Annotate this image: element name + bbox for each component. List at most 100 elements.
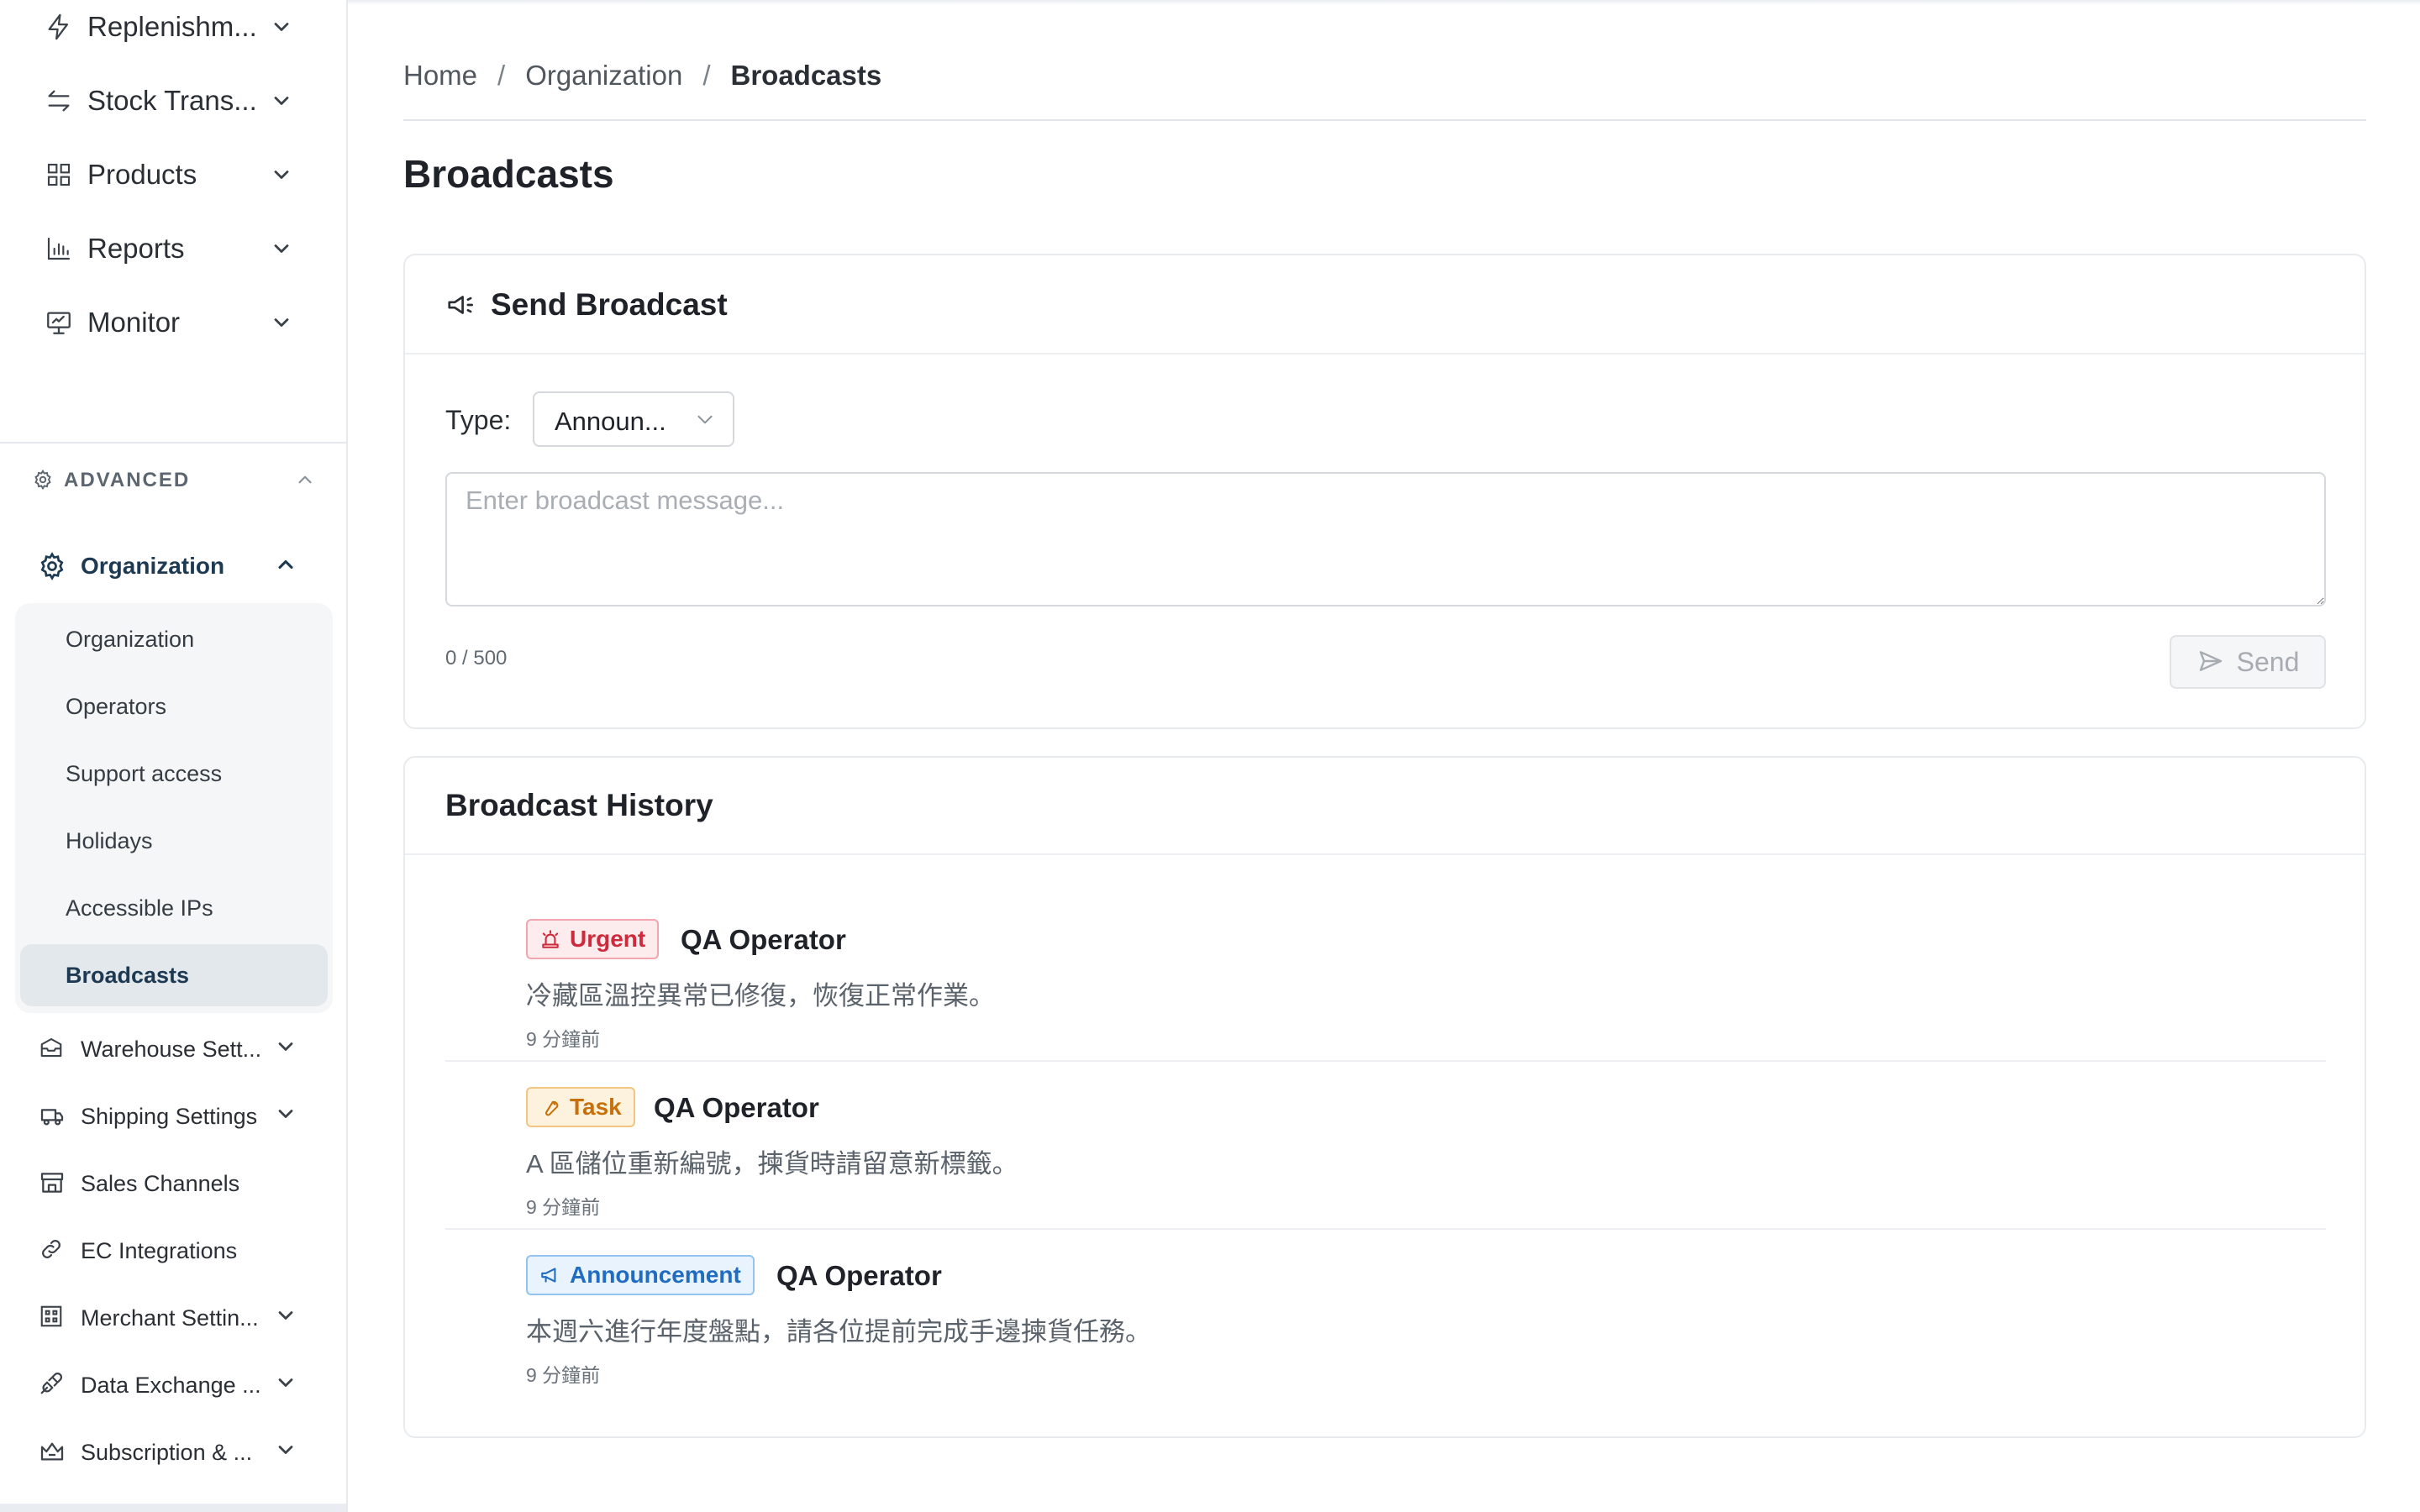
sidebar-item-label: Monitor bbox=[87, 307, 181, 338]
grid-icon bbox=[44, 160, 74, 190]
breadcrumb-current: Broadcasts bbox=[730, 60, 882, 91]
type-label: Type: bbox=[445, 405, 512, 435]
send-broadcast-title: Send Broadcast bbox=[491, 287, 728, 322]
type-select-value: Announ... bbox=[555, 407, 666, 436]
broadcast-history-header: Broadcast History bbox=[405, 758, 2365, 855]
submenu-item-broadcasts[interactable]: Broadcasts bbox=[20, 944, 328, 1006]
megaphone-icon bbox=[445, 289, 477, 321]
gear-icon bbox=[32, 469, 55, 492]
sidebar-item-label: Subscription & ... bbox=[81, 1440, 253, 1465]
announcement-badge: Announcement bbox=[526, 1255, 755, 1295]
history-item: Announcement QA Operator 本週六進行年度盤點，請各位提前… bbox=[445, 1230, 2326, 1398]
submenu-item-organization[interactable]: Organization bbox=[20, 608, 328, 670]
breadcrumb-separator: / bbox=[497, 60, 506, 91]
submenu-item-operators[interactable]: Operators bbox=[20, 675, 328, 738]
plug-icon bbox=[39, 1371, 67, 1399]
truck-icon bbox=[39, 1102, 67, 1131]
send-button[interactable]: Send bbox=[2170, 635, 2326, 689]
send-icon bbox=[2196, 648, 2225, 676]
sidebar-item-sales-channels[interactable]: Sales Channels bbox=[0, 1151, 346, 1218]
page-title: Broadcasts bbox=[403, 152, 614, 196]
bar-chart-icon bbox=[44, 234, 74, 264]
submenu-item-accessible-ips[interactable]: Accessible IPs bbox=[20, 877, 328, 939]
type-select[interactable]: Announ... bbox=[533, 391, 734, 447]
history-item: Urgent QA Operator 冷藏區溫控異常已修復，恢復正常作業。 9 … bbox=[445, 894, 2326, 1062]
sidebar-item-label: Sales Channels bbox=[81, 1171, 240, 1196]
chevron-down-icon bbox=[274, 1035, 301, 1062]
history-time: 9 分鐘前 bbox=[526, 1364, 601, 1386]
sidebar-item-data-exchange[interactable]: Data Exchange ... bbox=[0, 1352, 346, 1420]
chevron-down-icon bbox=[267, 13, 296, 41]
history-message: A 區儲位重新編號，揀貨時請留意新標籤。 bbox=[526, 1149, 1018, 1179]
history-message: 本週六進行年度盤點，請各位提前完成手邊揀貨任務。 bbox=[526, 1317, 1151, 1347]
broadcast-history-title: Broadcast History bbox=[445, 788, 713, 822]
send-broadcast-header: Send Broadcast bbox=[405, 255, 2365, 354]
send-button-label: Send bbox=[2236, 646, 2300, 677]
siren-icon bbox=[539, 928, 561, 950]
sidebar-item-organization-group[interactable]: Organization bbox=[0, 538, 346, 596]
sidebar-item-merchant-settings[interactable]: Merchant Settin... bbox=[0, 1285, 346, 1352]
submenu-item-label: Organization bbox=[66, 627, 195, 652]
transfer-arrows-icon bbox=[44, 86, 74, 116]
submenu-item-support-access[interactable]: Support access bbox=[20, 743, 328, 805]
breadcrumb-home[interactable]: Home bbox=[403, 60, 477, 92]
sidebar-item-label: Reports bbox=[87, 233, 185, 264]
chevron-up-icon bbox=[274, 553, 301, 580]
sidebar-item-label: Warehouse Sett... bbox=[81, 1037, 262, 1062]
sidebar-item-warehouse-settings[interactable]: Warehouse Sett... bbox=[0, 1016, 346, 1084]
sidebar-item-label: EC Integrations bbox=[81, 1238, 238, 1263]
sidebar-scroll-edge bbox=[0, 1504, 346, 1512]
breadcrumb-separator: / bbox=[702, 60, 711, 91]
send-broadcast-card: Send Broadcast Type: Announ... 0 / 500 S… bbox=[403, 254, 2366, 729]
sidebar-item-shipping-settings[interactable]: Shipping Settings bbox=[0, 1084, 346, 1151]
organization-submenu: Organization Operators Support access Ho… bbox=[15, 603, 333, 1013]
sidebar-item-label: Merchant Settin... bbox=[81, 1305, 259, 1331]
chevron-down-icon bbox=[267, 87, 296, 115]
sidebar-item-monitor[interactable]: Monitor bbox=[0, 286, 346, 360]
advanced-label: ADVANCED bbox=[64, 469, 191, 491]
chevron-down-icon bbox=[274, 1304, 301, 1331]
chevron-up-icon bbox=[294, 469, 318, 492]
submenu-item-holidays[interactable]: Holidays bbox=[20, 810, 328, 872]
chevron-down-icon bbox=[274, 1438, 301, 1465]
breadcrumb-divider bbox=[403, 119, 2366, 121]
urgent-badge: Urgent bbox=[526, 919, 660, 959]
submenu-item-label: Broadcasts bbox=[66, 963, 190, 988]
sidebar-item-label: Shipping Settings bbox=[81, 1104, 258, 1129]
advanced-section-header[interactable]: ADVANCED bbox=[0, 454, 346, 512]
monitor-icon bbox=[44, 307, 74, 338]
warehouse-icon bbox=[39, 1035, 67, 1063]
breadcrumb: Home / Organization / Broadcasts bbox=[403, 57, 881, 94]
sidebar: Replenishm... Stock Trans... Products Re… bbox=[0, 0, 348, 1512]
history-author: QA Operator bbox=[776, 1260, 942, 1291]
header-shadow bbox=[348, 0, 2420, 5]
sidebar-item-subscription[interactable]: Subscription & ... bbox=[0, 1420, 346, 1487]
sidebar-item-products[interactable]: Products bbox=[0, 138, 346, 212]
organization-group-label: Organization bbox=[81, 553, 225, 579]
chevron-down-icon bbox=[274, 1102, 301, 1129]
megaphone-icon bbox=[539, 1264, 561, 1286]
task-badge: Task bbox=[526, 1087, 635, 1127]
history-time: 9 分鐘前 bbox=[526, 1196, 601, 1218]
broadcast-message-input[interactable] bbox=[445, 472, 2326, 606]
submenu-item-label: Support access bbox=[66, 761, 223, 786]
history-time: 9 分鐘前 bbox=[526, 1028, 601, 1050]
chevron-down-icon bbox=[267, 160, 296, 189]
chevron-down-icon bbox=[267, 308, 296, 337]
badge-label: Announcement bbox=[570, 1262, 741, 1288]
character-counter: 0 / 500 bbox=[445, 647, 508, 669]
history-author: QA Operator bbox=[654, 1092, 819, 1123]
submenu-item-label: Accessible IPs bbox=[66, 895, 213, 921]
sidebar-item-replenishment[interactable]: Replenishm... bbox=[0, 0, 346, 64]
sidebar-item-label: Data Exchange ... bbox=[81, 1373, 261, 1398]
sidebar-item-reports[interactable]: Reports bbox=[0, 212, 346, 286]
sidebar-item-ec-integrations[interactable]: EC Integrations bbox=[0, 1218, 346, 1285]
sidebar-item-stock-transfer[interactable]: Stock Trans... bbox=[0, 64, 346, 138]
sidebar-item-label: Replenishm... bbox=[87, 11, 257, 42]
badge-label: Task bbox=[570, 1094, 622, 1120]
chevron-down-icon bbox=[694, 408, 718, 432]
gear-icon bbox=[37, 551, 69, 583]
breadcrumb-organization[interactable]: Organization bbox=[525, 60, 682, 92]
wrench-icon bbox=[539, 1096, 561, 1118]
link-icon bbox=[39, 1236, 67, 1265]
